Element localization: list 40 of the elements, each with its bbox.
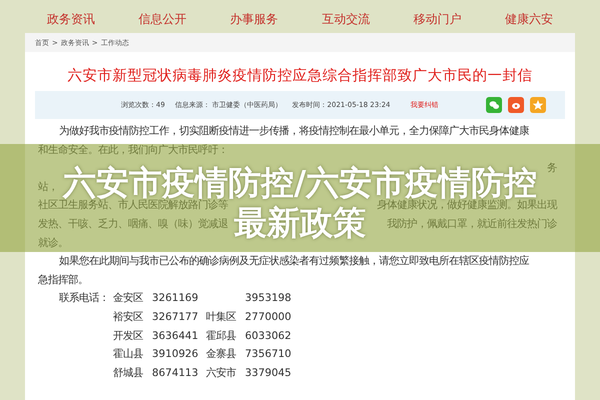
paragraph-fragment: 发热、干咳、乏力、咽痛、嗅（味）觉减退	[38, 216, 228, 232]
phone-number: 3953198	[245, 291, 292, 306]
nav-link[interactable]: 信息公开	[138, 11, 186, 28]
paragraph-line: 急指挥部。	[38, 272, 88, 288]
nav-link[interactable]: 互动交流	[322, 11, 370, 28]
district-name: 霍山县	[113, 347, 144, 362]
phone-number: 6033062	[245, 328, 292, 344]
paragraph-fragment: 社区卫生服务站、市人民医院解放路门诊等	[38, 199, 228, 214]
nav-link[interactable]: 健康六安	[505, 11, 554, 28]
nav-link[interactable]: 办事服务	[230, 11, 278, 28]
banner-title: 最新政策	[234, 206, 366, 238]
phone-number: 8674113	[152, 366, 200, 381]
phone-number: 2770000	[245, 310, 292, 325]
article-title: 六安市新型冠状病毒肺炎疫情防控应急综合指挥部致广大市民的一封信	[66, 66, 534, 86]
district-name: 霍邱县	[206, 328, 237, 344]
paragraph-line: 和生命安全。在此，我们向广大市民呼吁：	[38, 142, 228, 158]
phone-number: 3379045	[245, 366, 292, 381]
paragraph-line: 如果您在此期间与我市已公布的确诊病例及无症状感染者有过频繁接触，请您立即致电所在辖区疫情防控应	[59, 254, 529, 270]
district-name: 金安区	[113, 291, 144, 306]
district-name: 开发区	[113, 328, 144, 344]
district-name: 六安市	[206, 366, 237, 381]
district-name: 金寨县	[206, 347, 237, 362]
phone-number: 3910926	[152, 347, 200, 362]
phone-number: 7356710	[245, 347, 292, 362]
nav-link[interactable]: 政务资讯	[46, 11, 95, 28]
paragraph-line: 为做好我市疫情防控工作，切实阻断疫情进一步传播，将疫情控制在最小单元，全力保障广大市民身体健康	[59, 124, 529, 139]
phone-number: 3261169	[152, 291, 200, 306]
paragraph-fragment: 务	[547, 161, 557, 176]
district-name: 裕安区	[113, 310, 144, 325]
district-name: 叶集区	[206, 310, 237, 325]
banner-title: 六安市疫情防控/六安市疫情防控	[62, 166, 538, 198]
contact-label: 联系电话：	[59, 291, 110, 306]
phone-number: 3267177	[152, 310, 200, 325]
paragraph-fragment: 我防护，佩戴口罩，就近前往发热门诊	[387, 216, 557, 232]
paragraph-fragment: 身体健康状况，做好健康监测。如果出现	[377, 199, 557, 214]
nav-link[interactable]: 移动门户	[413, 11, 462, 28]
paragraph-line: 就诊。	[38, 236, 68, 251]
paragraph-fragment: 站，	[38, 180, 58, 195]
district-name: 舒城县	[113, 366, 144, 381]
phone-number: 3636441	[152, 328, 200, 344]
